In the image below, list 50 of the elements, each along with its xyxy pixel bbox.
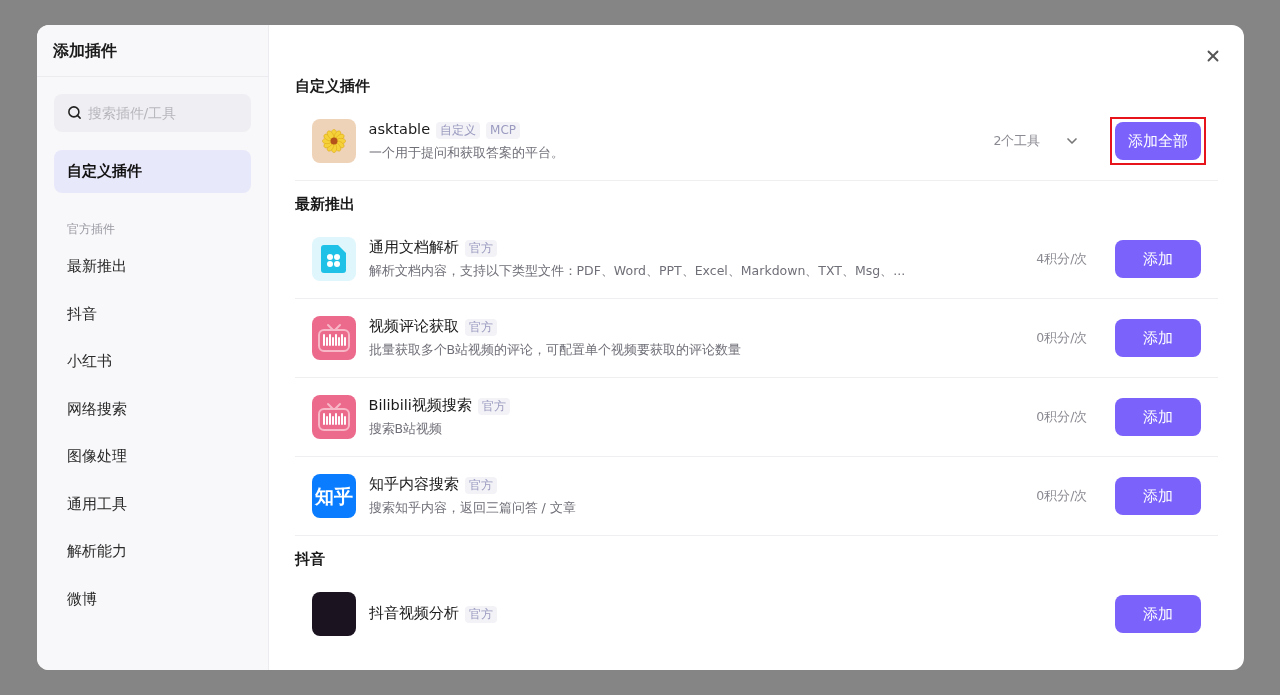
- plugin-tag: 官方: [464, 605, 497, 623]
- add-button[interactable]: 添加: [1114, 477, 1201, 515]
- section-title: 抖音: [294, 549, 326, 570]
- plugin-name: 视频评论获取: [368, 317, 459, 337]
- add-button[interactable]: 添加: [1114, 595, 1201, 633]
- section-title: 自定义插件: [294, 76, 371, 97]
- category-item[interactable]: 通用工具: [53, 483, 251, 526]
- plugin-tag: 官方: [464, 239, 497, 257]
- category-heading: 官方插件: [65, 220, 116, 238]
- category-item[interactable]: 网络搜索: [53, 388, 251, 431]
- tv-icon: [311, 395, 356, 439]
- document-icon: [311, 237, 356, 281]
- plugin-name: 通用文档解析: [368, 238, 459, 258]
- add-button[interactable]: 添加: [1114, 398, 1201, 436]
- plugin-tag: 自定义: [436, 121, 481, 139]
- dialog-title: 添加插件: [52, 39, 117, 62]
- plugin-name: 抖音视频分析: [368, 604, 459, 624]
- plugin-cost: 0积分/次: [1036, 486, 1088, 505]
- plugin-cost: 2个工具: [993, 131, 1041, 150]
- plugin-name: Bilibili视频搜索: [368, 396, 472, 416]
- plugin-cost: 0积分/次: [1036, 407, 1088, 426]
- add-button[interactable]: 添加全部: [1114, 122, 1201, 160]
- plugin-description: 批量获取多个B站视频的评论，可配置单个视频要获取的评论数量: [368, 341, 743, 359]
- plugin-cost: 4积分/次: [1036, 249, 1088, 268]
- add-button[interactable]: 添加: [1114, 240, 1201, 278]
- flower-icon: [311, 119, 356, 163]
- app-logo: 知乎: [311, 474, 356, 518]
- plugin-tag: 官方: [464, 476, 497, 494]
- app-logo-icon: [311, 592, 356, 636]
- plugin-name: asktable: [368, 120, 431, 140]
- plugin-description: 解析文档内容，支持以下类型文件：PDF、Word、PPT、Excel、Markdown、TXT、Msg、...: [368, 262, 907, 280]
- category-item[interactable]: 微博: [53, 578, 251, 621]
- add-button[interactable]: 添加: [1114, 319, 1201, 357]
- plugin-cost: 0积分/次: [1036, 328, 1088, 347]
- plugin-name: 知乎内容搜索: [368, 475, 459, 495]
- plugin-description: 一个用于提问和获取答案的平台。: [368, 144, 565, 162]
- category-item[interactable]: 图像处理: [53, 435, 251, 479]
- plugin-tag: 官方: [477, 397, 510, 415]
- plugin-description: 搜索知乎内容，返回三篇问答 / 文章: [368, 499, 577, 517]
- tv-icon: [311, 316, 356, 360]
- category-item[interactable]: 最新推出: [53, 245, 251, 289]
- search-icon: [66, 105, 82, 120]
- category-item[interactable]: 自定义插件: [53, 150, 251, 193]
- section-title: 最新推出: [294, 194, 356, 215]
- plugin-tag: 官方: [464, 318, 497, 336]
- plugin-description: 搜索B站视频: [368, 420, 444, 438]
- category-item[interactable]: 解析能力: [53, 530, 251, 574]
- category-item[interactable]: 抖音: [53, 293, 251, 336]
- plugin-tag: MCP: [486, 121, 521, 139]
- category-item[interactable]: 小红书: [53, 340, 251, 384]
